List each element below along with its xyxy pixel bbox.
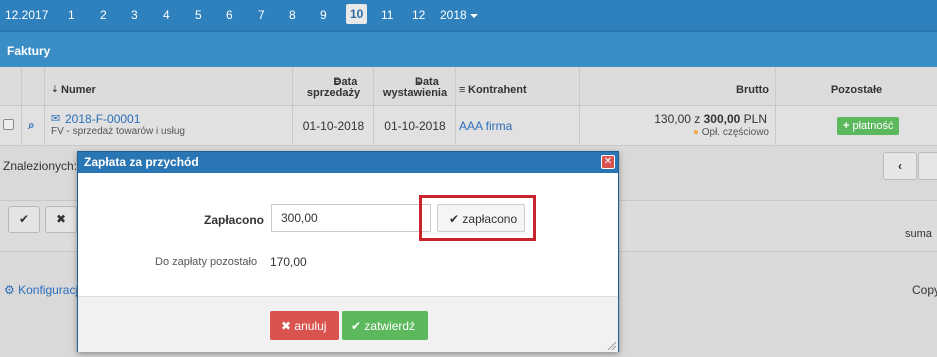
copy-text: Copy bbox=[912, 283, 937, 297]
section-header: Faktury bbox=[0, 30, 937, 67]
col-select bbox=[0, 67, 22, 106]
close-icon: ✖ bbox=[281, 319, 292, 333]
col-data-wystawienia[interactable]: ⇣ Data wystawienia bbox=[374, 67, 456, 106]
table-header: ⇣ Numer ≡ Data sprzedaży ⇣ Data wystawie… bbox=[0, 67, 937, 106]
col-view bbox=[22, 67, 45, 106]
month-3[interactable]: 3 bbox=[131, 8, 138, 22]
chevron-left-icon: ‹ bbox=[898, 159, 902, 173]
add-payment-button[interactable]: + płatność bbox=[837, 117, 900, 135]
col-kontrahent[interactable]: ≡ Kontrahent bbox=[456, 67, 580, 106]
cell-brutto: 130,00 z 300,00 PLN ● Opł. częściowo bbox=[580, 106, 776, 146]
month-8[interactable]: 8 bbox=[289, 8, 296, 22]
payment-status: ● Opł. częściowo bbox=[693, 127, 769, 138]
sale-date: 01-10-2018 bbox=[302, 119, 365, 133]
mark-paid-button[interactable]: ✔ zapłacono bbox=[437, 204, 525, 232]
confirm-label: zatwierdź bbox=[364, 319, 416, 333]
mark-paid-label: zapłacono bbox=[462, 212, 518, 226]
brutto-paid: 130,00 z bbox=[654, 112, 701, 126]
invoice-description: FV - sprzedaż towarów i usług bbox=[51, 126, 185, 137]
contractor-link[interactable]: AAA firma bbox=[459, 119, 512, 133]
month-10-active[interactable]: 10 bbox=[346, 4, 368, 24]
cell-pozostale: + płatność bbox=[776, 106, 937, 146]
sort-icon: ⇣ bbox=[51, 84, 59, 94]
resize-grip-icon[interactable] bbox=[606, 340, 616, 350]
month-2[interactable]: 2 bbox=[100, 8, 107, 22]
currency: PLN bbox=[743, 112, 767, 126]
check-icon: ✔ bbox=[449, 212, 460, 226]
row-checkbox[interactable] bbox=[3, 119, 14, 130]
year-label: 2018 bbox=[440, 8, 467, 22]
col-brutto-label: Brutto bbox=[736, 84, 769, 96]
remaining-value: 170,00 bbox=[270, 255, 307, 269]
month-4[interactable]: 4 bbox=[163, 8, 170, 22]
dialog-close-button[interactable]: ✕ bbox=[601, 155, 615, 169]
cancel-label: anuluj bbox=[294, 319, 327, 333]
cancel-button[interactable]: ✖ anuluj bbox=[270, 311, 339, 340]
confirm-button[interactable]: ✔ zatwierdź bbox=[342, 311, 428, 340]
invoice-number-link[interactable]: 2018-F-00001 bbox=[65, 112, 140, 126]
caret-down-icon bbox=[469, 13, 478, 18]
col-kontrahent-label: Kontrahent bbox=[468, 84, 527, 96]
found-label: Znalezionych: bbox=[3, 159, 78, 173]
dialog-body: Zapłacono ✔ zapłacono Do zapłaty pozosta… bbox=[78, 173, 618, 296]
search-icon[interactable]: ⌕ bbox=[28, 118, 35, 133]
found-count: Znalezionych: bbox=[3, 159, 77, 173]
plus-icon: + bbox=[843, 120, 850, 132]
gear-icon: ⚙ bbox=[4, 283, 15, 297]
cell-data-sprzedazy: 01-10-2018 bbox=[293, 106, 374, 146]
month-12[interactable]: 12 bbox=[412, 8, 425, 22]
year-dropdown[interactable]: 2018 bbox=[440, 8, 478, 22]
month-11[interactable]: 11 bbox=[381, 8, 393, 22]
close-icon: ✕ bbox=[603, 156, 613, 167]
envelope-icon: ✉ bbox=[51, 113, 61, 125]
col-data-sprzedazy[interactable]: ≡ Data sprzedaży bbox=[293, 67, 374, 106]
col-brutto[interactable]: Brutto bbox=[580, 67, 776, 106]
payment-dialog: Zapłata za przychód ✕ Zapłacono ✔ zapłac… bbox=[77, 151, 619, 352]
list-icon: ≡ bbox=[459, 84, 466, 96]
issue-date: 01-10-2018 bbox=[384, 119, 446, 133]
col-data-wystawienia-label2: wystawienia bbox=[382, 87, 448, 99]
cell-view: ⌕ bbox=[22, 106, 45, 146]
payment-status-label: Opł. częściowo bbox=[701, 127, 769, 138]
add-payment-label: płatność bbox=[852, 120, 894, 132]
col-data-sprzedazy-label2: sprzedaży bbox=[306, 87, 361, 99]
status-dot-icon: ● bbox=[692, 127, 699, 138]
col-pozostale-label: Pozostałe bbox=[830, 84, 883, 96]
check-icon: ✔ bbox=[351, 319, 362, 333]
paid-amount-input[interactable] bbox=[271, 204, 431, 232]
dialog-footer: ✖ anuluj ✔ zatwierdź bbox=[78, 296, 618, 352]
configuration-link[interactable]: ⚙ Konfiguracja bbox=[4, 283, 85, 297]
month-7[interactable]: 7 bbox=[258, 8, 265, 22]
month-5[interactable]: 5 bbox=[195, 8, 202, 22]
col-pozostale: Pozostałe bbox=[776, 67, 937, 106]
check-all-button[interactable]: ✔ bbox=[8, 206, 40, 233]
dialog-title: Zapłata za przychód bbox=[84, 155, 199, 169]
check-icon: ✔ bbox=[18, 212, 30, 226]
period-label[interactable]: 12.2017 bbox=[5, 8, 48, 22]
remaining-label: Do zapłaty pozostało bbox=[155, 256, 258, 268]
configuration-label: Konfiguracja bbox=[18, 283, 85, 297]
month-6[interactable]: 6 bbox=[226, 8, 233, 22]
section-title: Faktury bbox=[7, 44, 51, 58]
brutto-amount: 130,00 z 300,00 PLN bbox=[654, 112, 767, 126]
month-navigation-bar: 12.2017 1 2 3 4 5 6 7 8 9 10 11 12 2018 bbox=[0, 0, 937, 30]
next-page-button[interactable] bbox=[918, 152, 937, 180]
cell-kontrahent: AAA firma bbox=[456, 106, 580, 146]
table-row: ⌕ ✉ 2018-F-00001 FV - sprzedaż towarów i… bbox=[0, 106, 937, 146]
uncheck-all-button[interactable]: ✖ bbox=[45, 206, 77, 233]
brutto-total: 300,00 bbox=[703, 112, 741, 126]
col-numer-label: Numer bbox=[61, 84, 96, 96]
month-1[interactable]: 1 bbox=[68, 8, 75, 22]
cell-data-wystawienia: 01-10-2018 bbox=[374, 106, 456, 146]
cell-numer: ✉ 2018-F-00001 FV - sprzedaż towarów i u… bbox=[45, 106, 293, 146]
suma-label: suma bbox=[905, 228, 932, 240]
month-9[interactable]: 9 bbox=[320, 8, 327, 22]
dialog-header: Zapłata za przychód bbox=[78, 152, 618, 173]
close-icon: ✖ bbox=[55, 212, 67, 226]
col-numer[interactable]: ⇣ Numer bbox=[45, 67, 293, 106]
prev-page-button[interactable]: ‹ bbox=[883, 152, 917, 180]
paid-label: Zapłacono bbox=[204, 213, 265, 227]
